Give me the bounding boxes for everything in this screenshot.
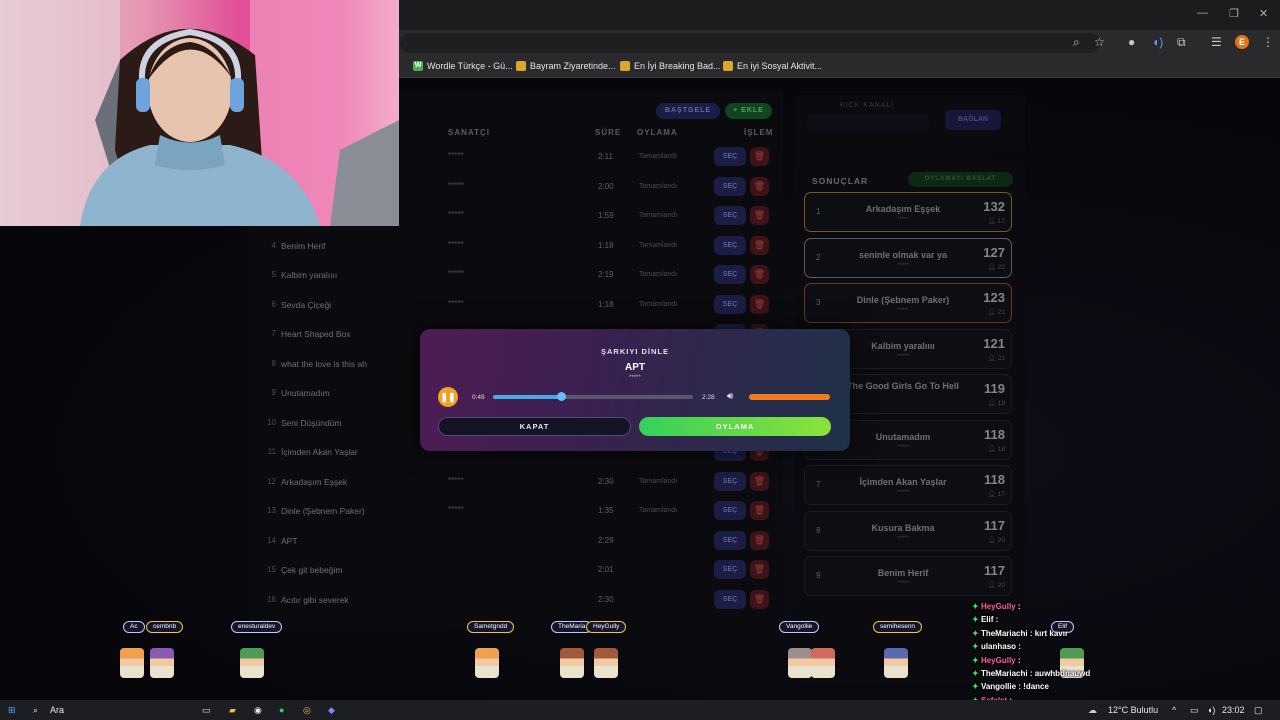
vote-button[interactable]: OYLAMA: [639, 417, 831, 436]
progress-slider[interactable]: [493, 392, 693, 401]
chat-message: ✦ Vangollie : !dance: [972, 682, 1049, 692]
viewer-name-tag: Vangollie: [779, 621, 820, 633]
maximize-icon[interactable]: ❐: [1229, 7, 1239, 20]
bookmark-favicon: W: [413, 61, 423, 71]
chat-message: ✦ Elif :: [972, 615, 999, 625]
chat-username: ulanhaso: [980, 642, 1017, 652]
file-explorer-icon[interactable]: ▰: [229, 705, 236, 716]
bookmark-favicon: [620, 61, 630, 71]
viewer-name-tag: enesturaldev: [231, 621, 283, 633]
volume-slider[interactable]: [749, 394, 830, 400]
chat-username: TheMariachi: [980, 669, 1028, 678]
current-time: 0:49: [472, 394, 485, 401]
chat-badge-icon: ✦: [972, 628, 979, 638]
viewer-avatar-sprite: [475, 648, 499, 678]
total-time: 2:28: [702, 394, 715, 401]
modal-artist: *****: [629, 375, 641, 381]
volume-fill: [749, 394, 830, 400]
network-icon[interactable]: ▭: [1190, 705, 1199, 716]
tray-chevron-icon[interactable]: ^: [1172, 705, 1176, 715]
chat-badge-icon: ✦: [972, 669, 979, 678]
viewer-avatar-sprite: [811, 648, 835, 678]
viewer-avatar-sprite: [240, 648, 264, 678]
viewer-name-tag: Ac: [123, 621, 145, 633]
streamer-webcam-image: [0, 0, 399, 226]
chat-username: HeyGully: [980, 655, 1016, 665]
progress-knob[interactable]: [557, 392, 566, 401]
viewer-avatar-sprite: [884, 648, 908, 678]
chat-text: auwhbdnauwd: [1034, 669, 1091, 678]
bookmark-label: Wordle Türkçe - Gü...: [427, 61, 513, 71]
profile-avatar[interactable]: E: [1235, 35, 1249, 49]
chat-message: ✦ TheMariachi : kırt kavır: [972, 628, 1069, 638]
webcam-overlay: [0, 0, 399, 226]
bookmark-favicon: [723, 61, 733, 71]
viewer-avatar-sprite: [594, 648, 618, 678]
chat-username: HeyGully: [980, 602, 1016, 611]
chat-username: Vangollie: [980, 682, 1017, 692]
weather-icon[interactable]: ☁: [1088, 705, 1097, 716]
task-view-icon[interactable]: ▭: [202, 705, 211, 716]
chrome-icon[interactable]: ◎: [303, 705, 311, 716]
progress-fill: [493, 395, 561, 399]
bookmark-label: En iyi Sosyal Aktivit...: [737, 61, 823, 71]
chat-badge-icon: ✦: [972, 682, 979, 692]
listen-modal: ŞARKIYI DİNLE APT ***** ❚❚ 0:49 2:28 🔊︎ …: [420, 329, 850, 451]
chat-message: ✦ ulanhaso :: [972, 642, 1021, 652]
viewer-avatar-sprite: [150, 648, 174, 678]
chat-badge-icon: ✦: [972, 642, 979, 652]
spotify-icon[interactable]: ●: [279, 705, 284, 715]
windows-start-icon[interactable]: ⊞: [8, 705, 16, 716]
bookmark-star-icon[interactable]: ☆: [1094, 35, 1105, 49]
windows-taskbar: ⊞ ⌕ Ara ▭ ▰ ◉ ● ◎ ◆ ☁ 12°C Bulutlu ^ ▭ ◖…: [0, 700, 1280, 720]
pause-button[interactable]: ❚❚: [438, 387, 458, 407]
zoom-icon[interactable]: ⌕: [1073, 35, 1080, 50]
taskbar-search-label[interactable]: Ara: [50, 705, 64, 715]
volume-icon[interactable]: 🔊︎: [727, 391, 733, 402]
notification-icon[interactable]: ▢: [1254, 705, 1263, 716]
chat-message: ✦ TheMariachi : auwhbdnauwd: [972, 669, 1091, 678]
obs-icon[interactable]: ◉: [254, 705, 262, 716]
menu-kebab-icon[interactable]: ⋮: [1262, 35, 1274, 49]
taskbar-search-icon[interactable]: ⌕: [33, 705, 38, 716]
clock[interactable]: 23:02: [1222, 705, 1245, 715]
chat-text: !dance: [1023, 682, 1049, 692]
modal-song-title: APT: [625, 362, 645, 373]
chat-message: ✦ HeyGully :: [972, 602, 1021, 611]
modal-heading: ŞARKIYI DİNLE: [600, 347, 669, 356]
pause-icon: ❚❚: [440, 392, 456, 402]
bookmark-favicon: [516, 61, 526, 71]
chat-badge-icon: ✦: [972, 602, 979, 611]
bookmark-item[interactable]: En iyi Sosyal Aktivit...: [723, 61, 822, 71]
volume-tray-icon[interactable]: ◖): [1207, 705, 1215, 715]
viewer-name-tag: HeyGully: [586, 621, 627, 633]
url-input[interactable]: [400, 33, 1100, 53]
reading-list-icon[interactable]: ☰: [1211, 35, 1222, 49]
chat-badge-icon: ✦: [972, 655, 979, 665]
close-button[interactable]: KAPAT: [438, 417, 631, 436]
minimize-icon[interactable]: —: [1197, 7, 1208, 19]
viewer-avatar-sprite: [560, 648, 584, 678]
viewer-avatar-sprite: [120, 648, 144, 678]
bookmark-item[interactable]: Bayram Ziyaretinde...: [516, 61, 616, 71]
extensions-puzzle-icon[interactable]: ⧉: [1177, 35, 1186, 50]
chat-username: TheMariachi: [980, 628, 1028, 638]
viewer-avatar-sprite: [788, 648, 812, 678]
bookmark-label: En İyi Breaking Bad...: [634, 61, 721, 71]
chat-badge-icon: ✦: [972, 615, 979, 625]
chat-text: kırt kavır: [1034, 628, 1069, 638]
chat-username: Elif: [980, 615, 994, 625]
extension-audio-icon[interactable]: ◖): [1152, 35, 1163, 49]
discord-icon[interactable]: ◆: [328, 705, 335, 716]
bookmark-item[interactable]: En İyi Breaking Bad...: [620, 61, 721, 71]
chat-message: ✦ HeyGully :: [972, 655, 1021, 665]
extension-icon[interactable]: ●: [1128, 35, 1135, 49]
viewer-name-tag: semihesenn: [873, 621, 923, 633]
weather-label[interactable]: 12°C Bulutlu: [1108, 705, 1158, 715]
bookmark-item[interactable]: W Wordle Türkçe - Gü...: [413, 61, 513, 71]
close-icon[interactable]: ✕: [1259, 7, 1268, 20]
viewer-name-tag: cembnb: [146, 621, 184, 633]
viewer-name-tag: Sametgndd: [467, 621, 515, 633]
bookmark-label: Bayram Ziyaretinde...: [530, 61, 616, 71]
